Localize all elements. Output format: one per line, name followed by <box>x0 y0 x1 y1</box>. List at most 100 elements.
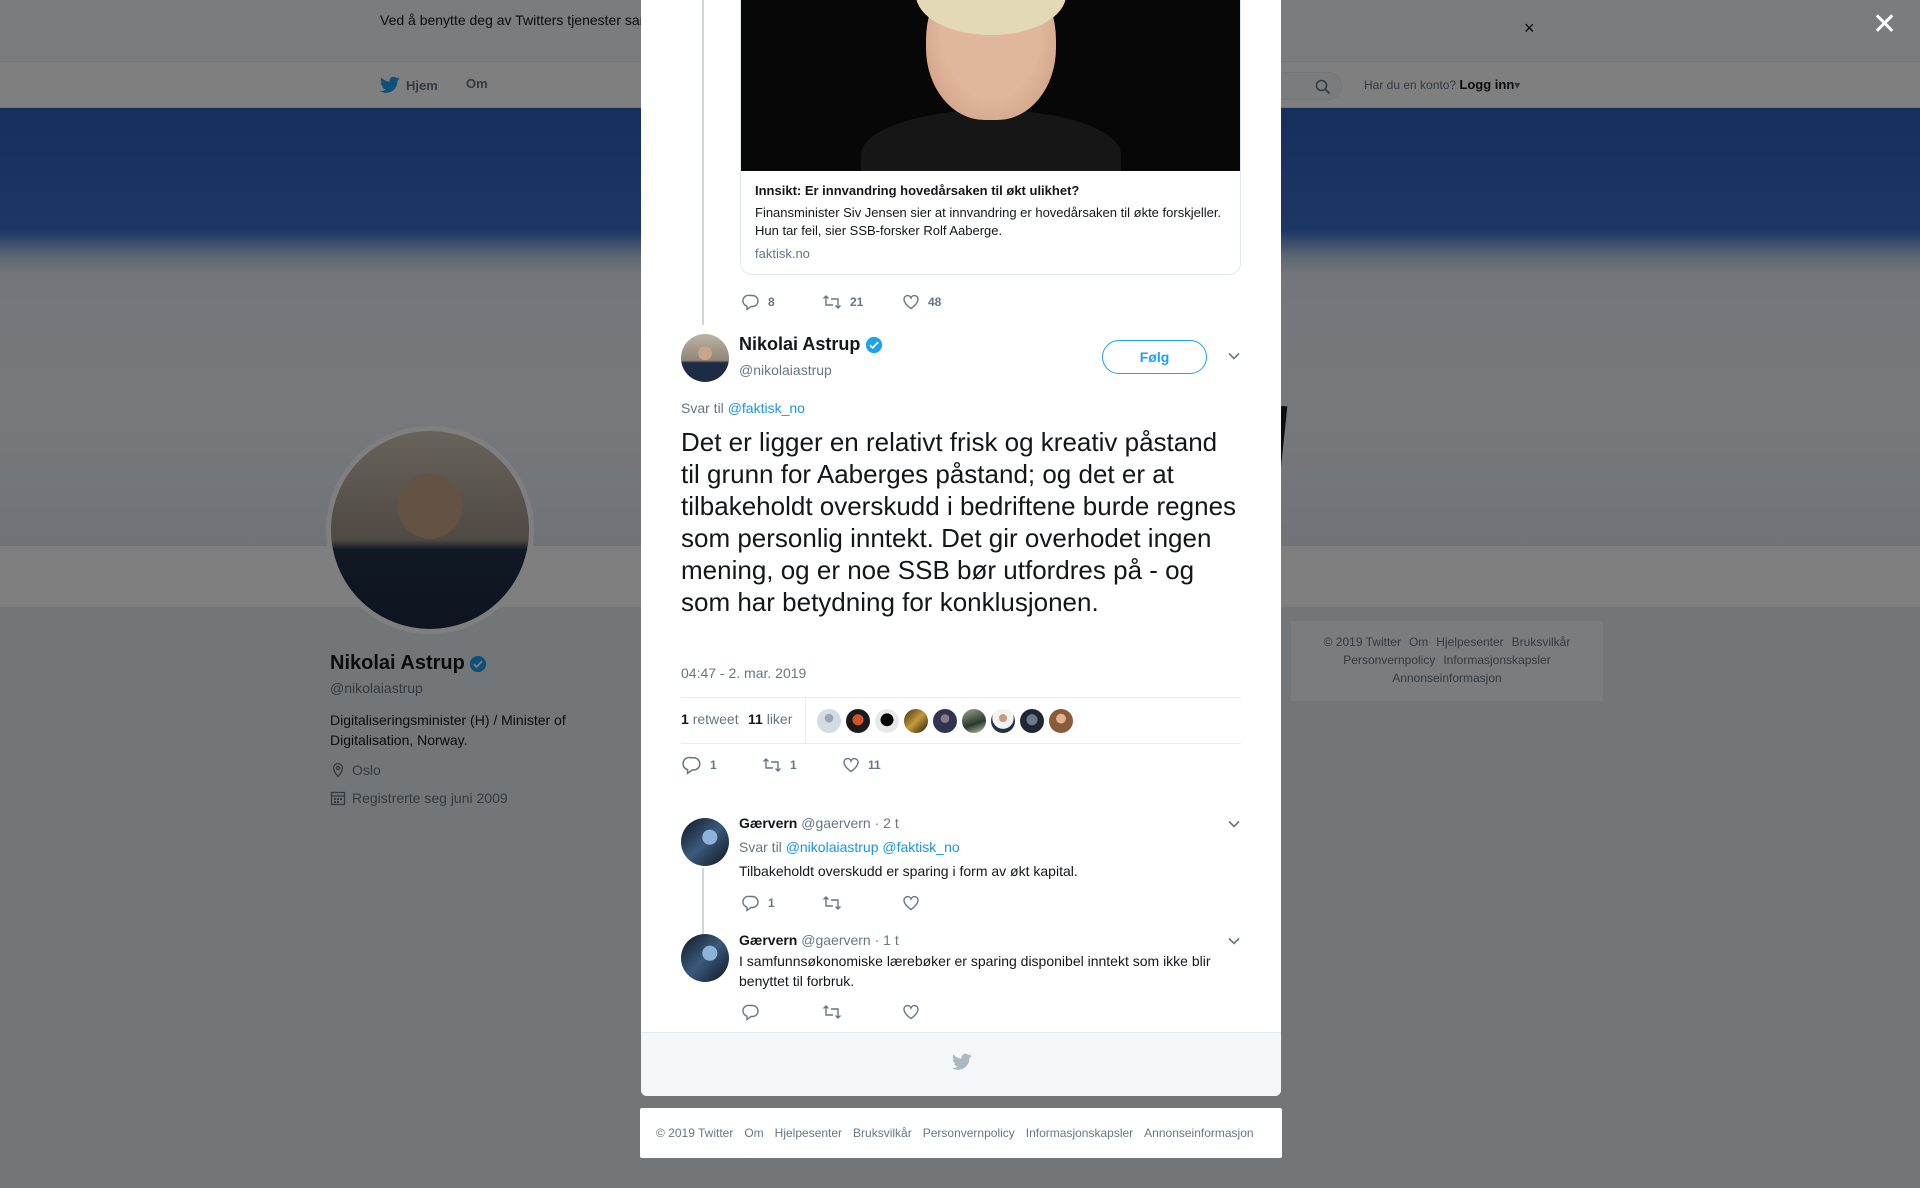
tweet-author-avatar[interactable] <box>681 334 729 382</box>
liker-avatar[interactable] <box>846 709 870 733</box>
follow-button[interactable]: Følg <box>1102 340 1207 374</box>
reply-actions: 1 <box>742 894 982 912</box>
reply-mention-link[interactable]: @nikolaiastrup <box>786 839 879 855</box>
heart-icon <box>903 895 919 911</box>
reply-header: Gærvern @gaervern · 2 t <box>739 815 899 831</box>
chevron-down-icon[interactable] <box>1227 351 1241 361</box>
liker-avatar[interactable] <box>904 709 928 733</box>
reply-prefix: Svar til <box>681 400 724 416</box>
reply-header: Gærvern @gaervern · 1 t <box>739 932 899 948</box>
bottom-footer: © 2019 Twitter Om Hjelpesenter Bruksvilk… <box>640 1108 1282 1158</box>
liker-avatar[interactable] <box>991 709 1015 733</box>
tweet-author-name[interactable]: Nikolai Astrup <box>739 334 883 355</box>
tweet-timestamp[interactable]: 04:47 - 2. mar. 2019 <box>681 665 806 681</box>
liker-avatar[interactable] <box>1049 709 1073 733</box>
retweet-button[interactable] <box>822 1003 902 1021</box>
like-button[interactable] <box>902 1003 982 1021</box>
like-count: 48 <box>928 295 942 309</box>
retweet-icon <box>823 295 841 309</box>
thread-line <box>702 868 704 934</box>
modal-footer <box>641 1032 1281 1096</box>
retweet-icon <box>823 1005 841 1019</box>
reply-author-handle[interactable]: @gaervern <box>801 815 870 831</box>
reply-button[interactable]: 1 <box>742 894 822 912</box>
liker-avatar[interactable] <box>1020 709 1044 733</box>
retweet-stat[interactable]: 1 retweet <box>681 711 739 727</box>
reply-button[interactable]: 1 <box>682 755 762 775</box>
reply-text: Tilbakeholdt overskudd er sparing i form… <box>739 863 1078 879</box>
footer-copyright: © 2019 Twitter <box>656 1126 734 1140</box>
card-description: Finansminister Siv Jensen sier at innvan… <box>755 205 1222 238</box>
retweet-button[interactable]: 21 <box>822 293 902 311</box>
reply-count: 1 <box>768 896 775 910</box>
reply-prefix: Svar til <box>739 839 782 855</box>
footer-terms[interactable]: Bruksvilkår <box>853 1126 912 1140</box>
like-stat-count: 11 <box>748 711 763 727</box>
heart-icon <box>903 294 919 310</box>
verified-badge-icon <box>866 336 883 353</box>
retweet-button[interactable]: 1 <box>762 756 842 774</box>
retweet-count: 1 <box>790 758 797 772</box>
liker-avatar[interactable] <box>817 709 841 733</box>
reply-time[interactable]: · 1 t <box>875 932 899 948</box>
twitter-bird-icon <box>952 1053 972 1070</box>
thread-line <box>702 0 704 325</box>
reply-context: Svar til @nikolaiastrup @faktisk_no <box>739 839 960 855</box>
reply-context: Svar til @faktisk_no <box>681 400 805 416</box>
reply-author-name[interactable]: Gærvern <box>739 815 797 831</box>
heart-icon <box>903 1004 919 1020</box>
reply-count: 8 <box>768 295 775 309</box>
card-title: Innsikt: Er innvandring hovedårsaken til… <box>755 183 1080 198</box>
like-button[interactable]: 11 <box>842 756 922 774</box>
liker-avatar[interactable] <box>875 709 899 733</box>
retweet-stat-label: retweet <box>692 711 739 727</box>
reply-author-handle[interactable]: @gaervern <box>801 932 870 948</box>
chevron-down-icon[interactable] <box>1227 936 1241 946</box>
retweet-icon <box>763 758 781 772</box>
reply-icon <box>742 895 759 912</box>
tweet-actions: 1 1 11 <box>682 755 922 775</box>
liker-avatars <box>817 709 1073 733</box>
close-modal-icon[interactable]: ✕ <box>1872 10 1897 40</box>
tweet-permalink-modal: Innsikt: Er innvandring hovedårsaken til… <box>641 0 1281 1096</box>
like-stat[interactable]: 11 liker <box>748 711 792 727</box>
reply-author-avatar[interactable] <box>681 818 729 866</box>
tweet-author-handle[interactable]: @nikolaiastrup <box>739 362 832 378</box>
retweet-icon <box>823 896 841 910</box>
like-stat-label: liker <box>766 711 793 727</box>
reply-icon <box>742 294 759 311</box>
footer-cookies[interactable]: Informasjonskapsler <box>1026 1126 1133 1140</box>
retweet-stat-count: 1 <box>681 711 689 727</box>
parent-tweet-actions: 8 21 48 <box>742 293 982 311</box>
reply-button[interactable]: 8 <box>742 293 822 311</box>
tweet-author-name-text: Nikolai Astrup <box>739 334 861 354</box>
reply-text: I samfunnsøkonomiske lærebøker er sparin… <box>739 953 1211 989</box>
reply-button[interactable] <box>742 1003 822 1021</box>
reply-icon <box>682 756 701 775</box>
reply-actions <box>742 1003 982 1021</box>
reply-count: 1 <box>710 758 717 772</box>
like-count: 11 <box>868 758 881 772</box>
footer-about[interactable]: Om <box>744 1126 763 1140</box>
footer-ads-info[interactable]: Annonseinformasjon <box>1144 1126 1253 1140</box>
tweet-stats: 1 retweet 11 liker <box>681 697 1241 744</box>
retweet-button[interactable] <box>822 894 902 912</box>
liker-avatar[interactable] <box>962 709 986 733</box>
heart-icon <box>843 757 859 773</box>
like-button[interactable] <box>902 894 982 912</box>
footer-privacy[interactable]: Personvernpolicy <box>923 1126 1015 1140</box>
chevron-down-icon[interactable] <box>1227 819 1241 829</box>
like-button[interactable]: 48 <box>902 293 982 311</box>
reply-mention-link[interactable]: @faktisk_no <box>882 839 959 855</box>
liker-avatar[interactable] <box>933 709 957 733</box>
footer-help[interactable]: Hjelpesenter <box>775 1126 842 1140</box>
reply-mention-link[interactable]: @faktisk_no <box>728 400 805 416</box>
reply-author-name[interactable]: Gærvern <box>739 932 797 948</box>
retweet-count: 21 <box>850 295 864 309</box>
reply-time[interactable]: · 2 t <box>875 815 899 831</box>
card-domain: faktisk.no <box>755 246 810 261</box>
link-preview-card[interactable]: Innsikt: Er innvandring hovedårsaken til… <box>740 0 1241 275</box>
reply-icon <box>742 1004 759 1021</box>
stats-divider <box>805 698 806 743</box>
reply-author-avatar[interactable] <box>681 934 729 982</box>
